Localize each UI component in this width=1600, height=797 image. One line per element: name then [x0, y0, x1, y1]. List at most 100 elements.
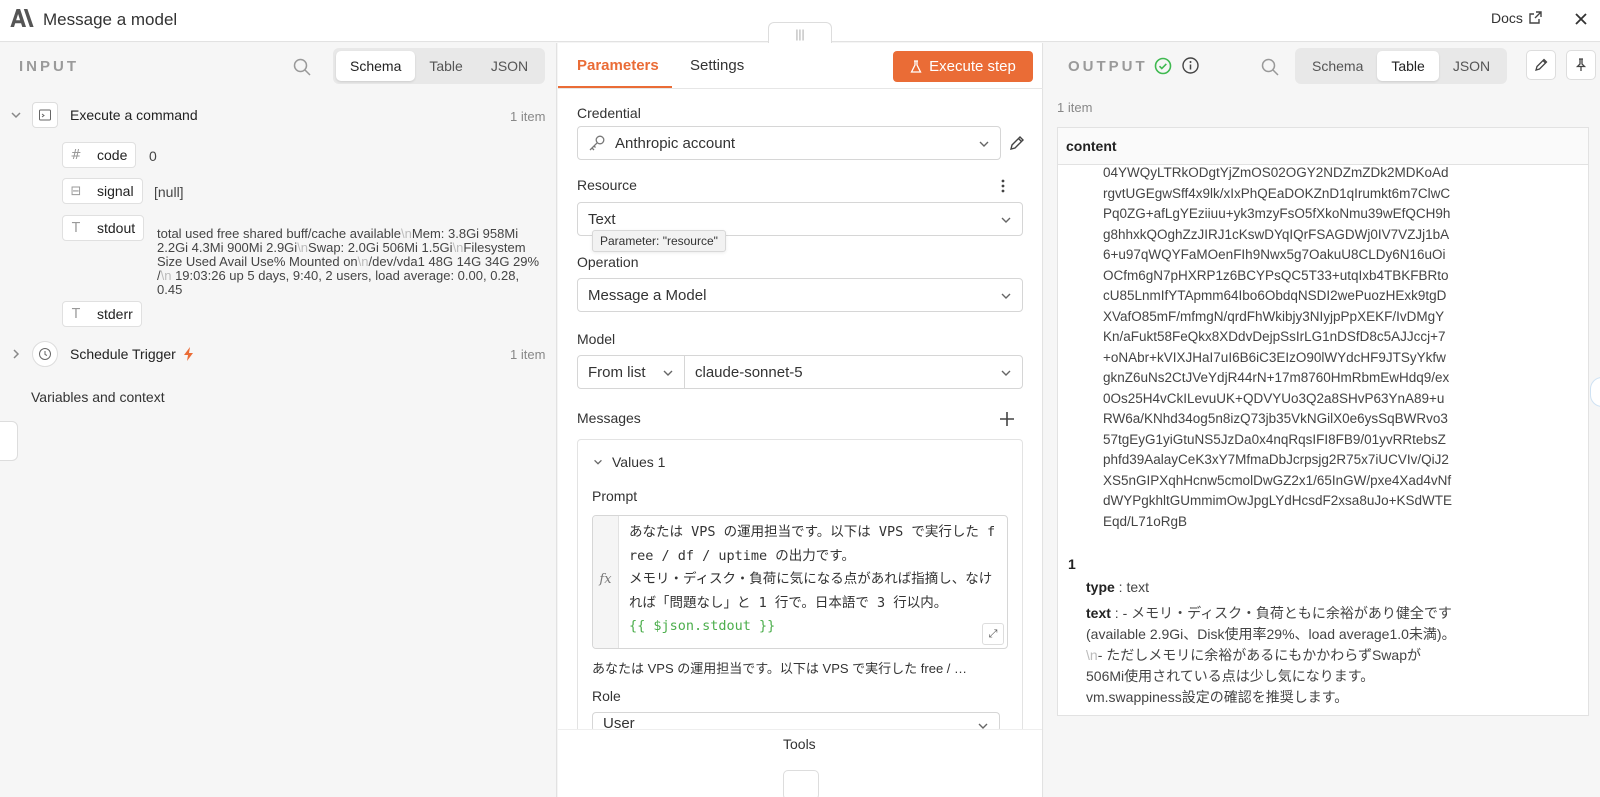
values-1-header[interactable]: Values 1 — [592, 454, 665, 470]
expression-fx-icon: fx — [593, 516, 619, 648]
pencil-icon — [1535, 58, 1548, 71]
prompt-editor[interactable]: fx あなたは VPS の運用担当です。以下は VPS で実行した free /… — [592, 515, 1008, 649]
input-tab-schema[interactable]: Schema — [336, 51, 416, 81]
input-tab-table[interactable]: Table — [415, 51, 476, 81]
model-value: claude-sonnet-5 — [695, 363, 803, 381]
type-entry: type : text — [1086, 579, 1150, 595]
item-count: 1 item — [510, 109, 546, 124]
success-check-icon — [1154, 57, 1172, 75]
chevron-down-icon — [1001, 293, 1011, 299]
edit-output-button[interactable] — [1526, 50, 1556, 80]
field-code[interactable]: # code — [62, 142, 137, 168]
pin-icon — [1575, 58, 1587, 71]
field-name: stdout — [97, 220, 136, 236]
docs-link[interactable]: Docs — [1491, 10, 1542, 26]
chevron-down-icon[interactable] — [9, 108, 23, 122]
prompt-text[interactable]: あなたは VPS の運用担当です。以下は VPS で実行した free / df… — [629, 521, 1003, 639]
prompt-body: あなたは VPS の運用担当です。以下は VPS で実行した free / df… — [629, 524, 996, 611]
bottom-drag-handle[interactable] — [783, 770, 819, 797]
close-icon[interactable] — [1570, 8, 1592, 30]
field-name: signal — [97, 183, 134, 199]
prompt-label: Prompt — [592, 488, 638, 504]
execute-step-label: Execute step — [929, 58, 1016, 75]
base64-content: 04YWQyLTRkODgtYjZmOS02OGY2NDZmZDk2MDKoAd… — [1103, 165, 1452, 529]
item-count: 1 item — [510, 347, 546, 362]
info-icon[interactable] — [1181, 56, 1200, 75]
field-value: [null] — [154, 184, 184, 200]
prompt-expression: {{ $json.stdout }} — [629, 618, 776, 634]
model-mode-value: From list — [588, 363, 646, 381]
credential-value: Anthropic account — [615, 134, 736, 152]
field-stdout[interactable]: T stdout — [62, 215, 145, 241]
panel-drag-handle[interactable]: ||| — [768, 22, 832, 44]
values-collection: Values 1 Prompt fx あなたは VPS の運用担当です。以下は … — [577, 439, 1023, 739]
operation-label: Operation — [577, 254, 639, 270]
text-line: - ただしメモリに余裕があるにもかかわらずSwapが506Mi使用されている点は… — [1086, 647, 1421, 705]
text-key: text — [1086, 605, 1111, 621]
output-view-tabs: Schema Table JSON — [1295, 48, 1508, 84]
tab-settings[interactable]: Settings — [690, 57, 744, 74]
node-title: Message a model — [43, 10, 178, 29]
output-tab-table[interactable]: Table — [1377, 51, 1439, 81]
output-items-count: 1 item — [1057, 100, 1093, 115]
text-type-icon: T — [72, 220, 80, 236]
stdout-line: total used free shared buff/cache availa… — [157, 226, 402, 241]
newline-marker: \n — [160, 268, 172, 283]
docs-label: Docs — [1491, 10, 1523, 26]
tree-node-schedule-trigger[interactable]: Schedule Trigger — [9, 341, 195, 367]
chevron-down-icon — [1001, 217, 1011, 223]
operation-select[interactable]: Message a Model — [577, 278, 1023, 312]
execute-step-button[interactable]: Execute step — [893, 51, 1033, 82]
input-tab-json[interactable]: JSON — [477, 51, 542, 81]
field-name: code — [97, 147, 128, 163]
search-icon[interactable] — [292, 57, 312, 77]
parameters-panel: Parameters Settings Execute step Credent… — [558, 43, 1043, 797]
tree-node-execute-command[interactable]: Execute a command — [9, 102, 198, 128]
text-line: - メモリ・ディスク・負荷ともに余裕があり健全です(available 2.9G… — [1086, 605, 1456, 642]
model-mode-select[interactable]: From list — [577, 355, 685, 389]
chevron-right-icon[interactable] — [9, 347, 23, 361]
side-drawer-tab[interactable] — [0, 421, 18, 461]
type-key: type — [1086, 579, 1115, 595]
output-panel: OUTPUT Schema Table JSON 1 item content … — [1044, 43, 1600, 797]
resource-tooltip: Parameter: "resource" — [592, 230, 726, 252]
field-signal[interactable]: ⊟ signal — [62, 178, 143, 204]
node-label: Execute a command — [70, 107, 198, 123]
field-stderr[interactable]: T stderr — [62, 301, 142, 327]
tools-label[interactable]: Tools — [783, 736, 816, 752]
model-label: Model — [577, 331, 616, 347]
tab-parameters[interactable]: Parameters — [577, 57, 659, 74]
newline-marker: \n — [357, 254, 369, 269]
credential-select[interactable]: Anthropic account — [577, 126, 1001, 160]
more-options-icon[interactable] — [997, 177, 1009, 195]
lightning-icon — [183, 347, 193, 361]
expand-editor-icon[interactable]: ⤢ — [982, 623, 1004, 645]
null-type-icon: ⊟ — [70, 183, 82, 199]
variables-context[interactable]: Variables and context — [31, 389, 165, 405]
text-entry: text : - メモリ・ディスク・負荷ともに余裕があり健全です(availab… — [1086, 605, 1456, 705]
terminal-icon — [32, 102, 58, 128]
edit-credential-icon[interactable] — [1007, 133, 1027, 153]
output-tab-schema[interactable]: Schema — [1298, 51, 1377, 81]
output-label: OUTPUT — [1068, 58, 1148, 75]
external-link-icon — [1529, 11, 1542, 24]
chevron-down-icon — [979, 141, 989, 147]
resource-value: Text — [588, 210, 616, 228]
prompt-preview: あなたは VPS の運用担当です。以下は VPS で実行した free / … — [592, 661, 968, 676]
text-type-icon: T — [72, 306, 80, 322]
resource-label: Resource — [577, 177, 637, 193]
chevron-down-icon — [594, 459, 602, 465]
search-icon[interactable] — [1260, 57, 1280, 77]
operation-value: Message a Model — [588, 286, 707, 304]
model-select[interactable]: claude-sonnet-5 — [684, 355, 1023, 389]
pin-output-button[interactable] — [1566, 50, 1596, 80]
input-label: INPUT — [19, 58, 79, 75]
output-tab-json[interactable]: JSON — [1439, 51, 1504, 81]
tabs-divider — [558, 88, 1043, 89]
newline-marker: \n — [297, 240, 309, 255]
add-message-icon[interactable] — [998, 410, 1016, 428]
stdout-line: 19:03:26 up 5 days, 9:40, 2 users, load … — [157, 268, 520, 297]
row-index: 1 — [1068, 556, 1076, 572]
messages-label: Messages — [577, 410, 641, 426]
type-value: text — [1126, 579, 1150, 595]
